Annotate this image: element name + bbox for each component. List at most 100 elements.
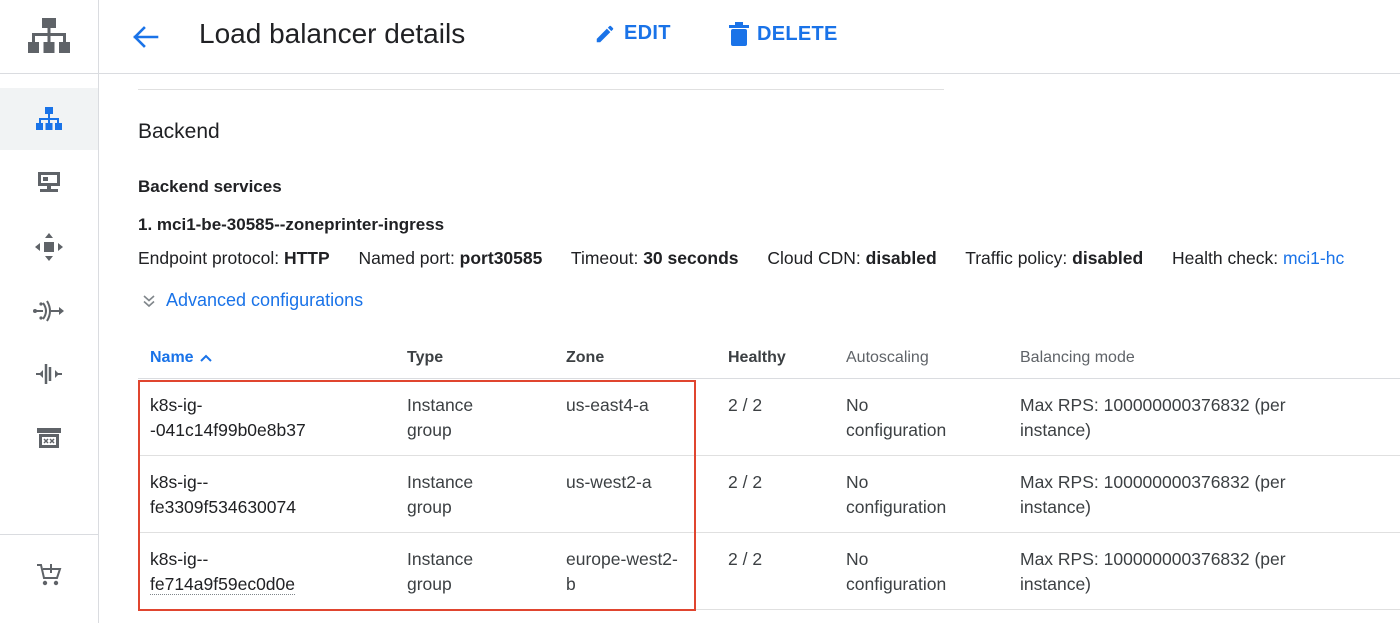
load-balancing-icon: [36, 107, 62, 130]
balancing-mode-line1: Max RPS: 100000000376832 (per: [1020, 549, 1286, 569]
type-line2: group: [407, 420, 452, 440]
zone-cell: us-east4-a: [566, 393, 649, 418]
table-header-row: Name Type Zone Healthy Autoscaling Balan…: [138, 340, 1400, 379]
backends-table: Name Type Zone Healthy Autoscaling Balan…: [138, 340, 1400, 610]
cloud-cdn-icon: [35, 233, 63, 261]
delete-button[interactable]: DELETE: [729, 22, 838, 46]
backend-section-title: Backend: [138, 120, 220, 143]
cloud-cdn-label: Cloud CDN:: [767, 248, 866, 268]
endpoint-protocol-value: HTTP: [283, 248, 330, 268]
backend-service-name: 1. mci1-be-30585--zoneprinter-ingress: [138, 215, 445, 234]
autoscaling-line2: configuration: [846, 497, 947, 517]
double-chevron-down-icon: [143, 294, 155, 307]
type-cell: Instance group: [407, 470, 473, 520]
edit-button[interactable]: EDIT: [594, 22, 671, 45]
instance-group-name-line2: fe714a9f59ec0d0e: [150, 574, 295, 595]
rail-item-marketplace[interactable]: [0, 544, 98, 606]
type-cell: Instance group: [407, 393, 473, 443]
page-title: Load balancer details: [199, 18, 466, 49]
autoscaling-line1: No: [846, 549, 869, 569]
instance-group-name[interactable]: k8s-ig-- fe3309f534630074: [150, 470, 296, 520]
autoscaling-line2: configuration: [846, 420, 947, 440]
balancing-mode-cell: Max RPS: 100000000376832 (per instance): [1020, 547, 1286, 597]
rail-item-service-directory[interactable]: [0, 407, 98, 469]
balancing-mode-line2: instance): [1020, 574, 1092, 594]
traffic-policy-value: disabled: [1072, 248, 1144, 268]
column-header-healthy: Healthy: [728, 349, 786, 366]
backend-service-properties: Endpoint protocol: HTTP Named port: port…: [138, 248, 1344, 269]
service-directory-icon: [37, 428, 61, 448]
network-services-logo[interactable]: [0, 0, 98, 74]
delete-label: DELETE: [757, 22, 838, 45]
zone-line2: b: [566, 574, 576, 594]
autoscaling-cell: No configuration: [846, 470, 946, 520]
network-services-logo-icon: [28, 17, 70, 53]
column-header-type: Type: [407, 349, 444, 366]
timeout-label: Timeout:: [570, 248, 644, 268]
balancing-mode-cell: Max RPS: 100000000376832 (per instance): [1020, 470, 1286, 520]
autoscaling-line1: No: [846, 472, 869, 492]
instance-group-name[interactable]: k8s-ig-- fe714a9f59ec0d0e: [150, 547, 295, 597]
type-line2: group: [407, 574, 452, 594]
cloud-cdn-value: disabled: [865, 248, 937, 268]
column-header-name-label: Name: [150, 349, 194, 366]
instance-group-name-line1: k8s-ig--: [150, 472, 209, 492]
timeout-value: 30 seconds: [643, 248, 739, 268]
column-header-zone: Zone: [566, 349, 605, 366]
type-line1: Instance: [407, 395, 474, 415]
instance-group-name[interactable]: k8s-ig- -041c14f99b0e8b37: [150, 393, 306, 443]
rail-divider: [0, 534, 98, 535]
rail-item-cloud-cdn[interactable]: [0, 216, 98, 278]
advanced-configurations-label: Advanced configurations: [166, 290, 364, 310]
pencil-icon: [596, 25, 614, 42]
marketplace-icon: [37, 564, 62, 586]
healthy-cell: 2 / 2: [728, 395, 763, 415]
named-port-value: port30585: [459, 248, 543, 268]
section-divider: [138, 89, 944, 90]
rail-item-cloud-dns[interactable]: [0, 151, 98, 213]
type-line1: Instance: [407, 549, 474, 569]
edit-label: EDIT: [624, 22, 671, 44]
balancing-mode-line1: Max RPS: 100000000376832 (per: [1020, 395, 1286, 415]
autoscaling-cell: No configuration: [846, 393, 946, 443]
health-check-link[interactable]: mci1-hc: [1283, 248, 1344, 268]
type-cell: Instance group: [407, 547, 473, 597]
instance-group-name-line1: k8s-ig--: [150, 549, 209, 569]
healthy-cell: 2 / 2: [728, 549, 763, 569]
cloud-nat-icon: [33, 300, 64, 322]
zone-line1: us-east4-a: [566, 395, 649, 415]
autoscaling-line1: No: [846, 395, 869, 415]
sort-ascending-icon: [199, 354, 212, 362]
rail-item-load-balancing[interactable]: [0, 88, 98, 150]
table-row: k8s-ig- -041c14f99b0e8b37 Instance group…: [138, 379, 1400, 456]
rail-item-traffic-director[interactable]: [0, 343, 98, 405]
table-row: k8s-ig-- fe3309f534630074 Instance group…: [138, 456, 1400, 533]
zone-line1: europe-west2-: [566, 549, 678, 569]
health-check-label: Health check:: [1172, 248, 1283, 268]
rail-item-cloud-nat[interactable]: [0, 280, 98, 342]
zone-line1: us-west2-a: [566, 472, 652, 492]
zone-cell: europe-west2- b: [566, 547, 678, 597]
balancing-mode-line2: instance): [1020, 420, 1092, 440]
traffic-policy-label: Traffic policy:: [965, 248, 1073, 268]
balancing-mode-cell: Max RPS: 100000000376832 (per instance): [1020, 393, 1286, 443]
column-header-balancing-mode: Balancing mode: [1020, 349, 1135, 366]
autoscaling-line2: configuration: [846, 574, 947, 594]
backend-services-heading: Backend services: [138, 177, 282, 196]
advanced-configurations-toggle[interactable]: Advanced configurations: [142, 290, 363, 311]
zone-cell: us-west2-a: [566, 470, 652, 495]
healthy-cell: 2 / 2: [728, 472, 763, 492]
instance-group-name-line1: k8s-ig-: [150, 395, 203, 415]
endpoint-protocol-label: Endpoint protocol:: [138, 248, 284, 268]
left-rail: [0, 0, 99, 623]
type-line1: Instance: [407, 472, 474, 492]
trash-icon: [729, 22, 749, 46]
balancing-mode-line1: Max RPS: 100000000376832 (per: [1020, 472, 1286, 492]
cloud-dns-icon: [38, 172, 60, 192]
column-header-name[interactable]: Name: [150, 349, 212, 367]
table-row: k8s-ig-- fe714a9f59ec0d0e Instance group…: [138, 533, 1400, 610]
instance-group-name-line2: -041c14f99b0e8b37: [150, 420, 306, 440]
page-header: Load balancer details EDIT DELETE: [99, 0, 1400, 74]
back-button[interactable]: [127, 19, 163, 55]
type-line2: group: [407, 497, 452, 517]
